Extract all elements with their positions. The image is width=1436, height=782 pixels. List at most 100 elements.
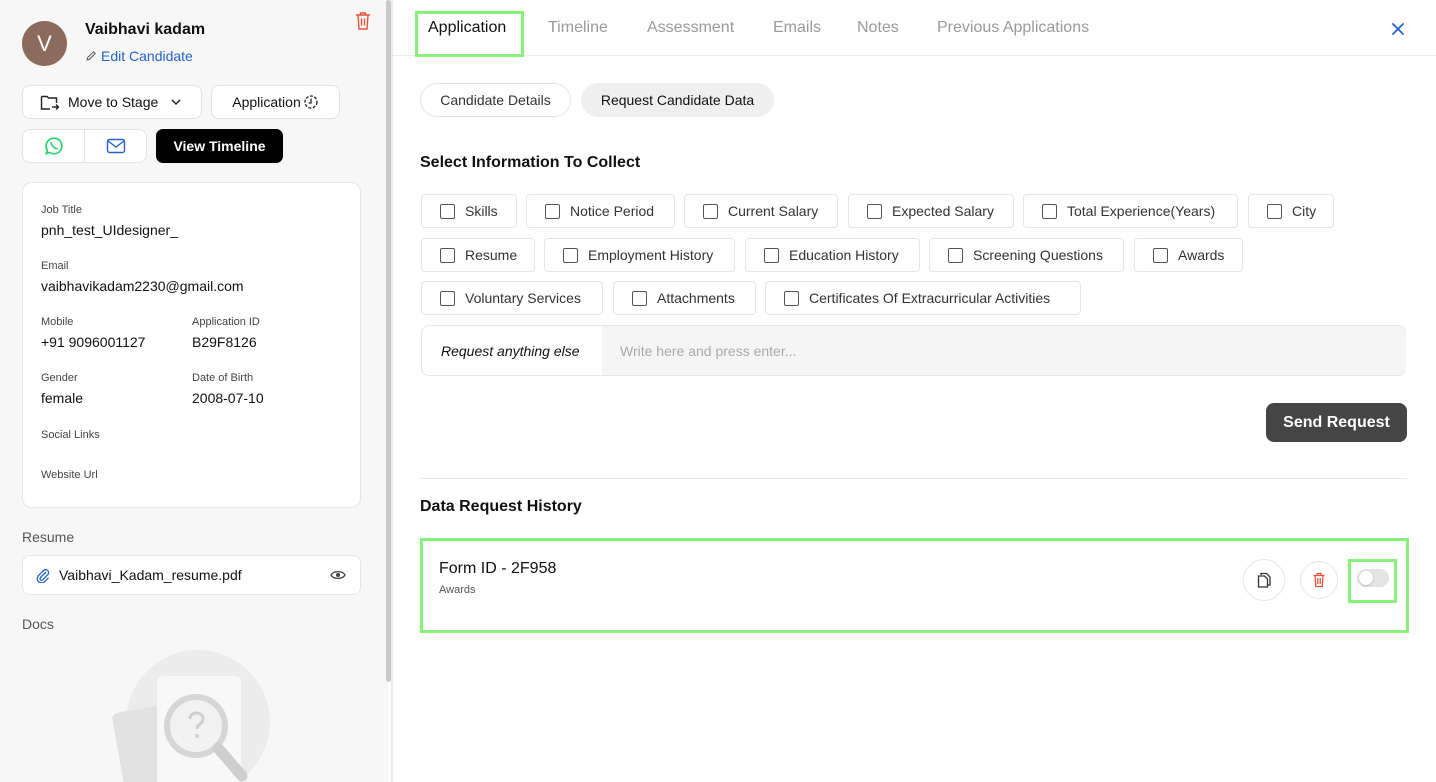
resume-file-name: Vaibhavi_Kadam_resume.pdf <box>59 567 242 583</box>
checkbox-resume[interactable]: Resume <box>421 238 535 272</box>
checkbox-label: Expected Salary <box>892 203 994 219</box>
copy-form-button[interactable] <box>1243 559 1285 601</box>
candidate-name: Vaibhavi kadam <box>85 21 206 38</box>
close-icon[interactable] <box>1390 21 1406 37</box>
email-value: vaibhavikadam2230@gmail.com <box>41 278 244 294</box>
subtab-request-candidate-data[interactable]: Request Candidate Data <box>581 83 774 117</box>
tab-emails[interactable]: Emails <box>773 19 821 37</box>
trash-icon <box>1313 572 1325 588</box>
folder-move-icon <box>40 95 60 110</box>
application-id-value: B29F8126 <box>192 334 257 350</box>
checkbox-education-history[interactable]: Education History <box>745 238 920 272</box>
request-anything-else-input[interactable] <box>602 326 1406 375</box>
tab-notes[interactable]: Notes <box>857 19 899 37</box>
checkbox-skills[interactable]: Skills <box>421 194 517 228</box>
job-title-value: pnh_test_UIdesigner_ <box>41 222 178 238</box>
email-label: Email <box>41 260 69 272</box>
checkbox-certificates-extracurricular[interactable]: Certificates Of Extracurricular Activiti… <box>765 281 1081 315</box>
active-tab-highlight <box>415 11 524 57</box>
checkbox-box <box>440 247 455 263</box>
whatsapp-icon <box>44 137 63 155</box>
checkbox-label: Resume <box>465 247 518 263</box>
checkbox-box <box>784 290 799 306</box>
checkbox-box <box>440 290 455 306</box>
subtab-candidate-details[interactable]: Candidate Details <box>420 83 571 117</box>
email-button[interactable] <box>84 130 146 162</box>
copy-icon <box>1257 572 1271 588</box>
application-button[interactable]: Application <box>211 85 340 119</box>
checkbox-voluntary-services[interactable]: Voluntary Services <box>421 281 603 315</box>
send-request-button[interactable]: Send Request <box>1266 403 1407 442</box>
move-to-stage-label: Move to Stage <box>68 94 159 110</box>
checkbox-attachments[interactable]: Attachments <box>613 281 756 315</box>
checkbox-awards[interactable]: Awards <box>1134 238 1243 272</box>
checkbox-screening-questions[interactable]: Screening Questions <box>929 238 1124 272</box>
checkbox-label: Screening Questions <box>973 247 1103 263</box>
checkbox-employment-history[interactable]: Employment History <box>544 238 735 272</box>
checkbox-label: Employment History <box>588 247 714 263</box>
chevron-down-icon <box>171 99 181 106</box>
checkbox-box <box>703 203 718 219</box>
form-id: Form ID - 2F958 <box>439 560 557 577</box>
request-anything-else-label: Request anything else <box>441 343 580 359</box>
checkbox-notice-period[interactable]: Notice Period <box>526 194 675 228</box>
pencil-icon <box>86 51 96 61</box>
application-id-label: Application ID <box>192 316 260 328</box>
history-heading: Data Request History <box>420 498 582 515</box>
checkbox-label: Current Salary <box>728 203 819 219</box>
view-timeline-button[interactable]: View Timeline <box>156 129 283 163</box>
checkbox-label: Skills <box>465 203 498 219</box>
checkbox-label: Education History <box>789 247 899 263</box>
move-to-stage-button[interactable]: Move to Stage <box>22 85 202 119</box>
checkbox-box <box>764 247 779 263</box>
checkbox-box <box>1153 247 1168 263</box>
tab-assessment[interactable]: Assessment <box>647 19 734 37</box>
resume-section-label: Resume <box>22 529 75 545</box>
checkbox-total-experience[interactable]: Total Experience(Years) <box>1023 194 1238 228</box>
gender-label: Gender <box>41 372 78 384</box>
checkbox-label: Awards <box>1178 247 1225 263</box>
docs-section-label: Docs <box>22 616 54 632</box>
checkbox-label: Certificates Of Extracurricular Activiti… <box>809 290 1051 306</box>
checkbox-box <box>545 203 560 219</box>
eye-icon[interactable] <box>330 569 346 581</box>
request-anything-else-row: Request anything else <box>421 325 1406 376</box>
checkbox-box <box>563 247 578 263</box>
checkbox-box <box>948 247 963 263</box>
website-url-label: Website Url <box>41 469 98 481</box>
resume-file-row[interactable]: Vaibhavi_Kadam_resume.pdf <box>22 555 361 595</box>
job-title-label: Job Title <box>41 204 82 216</box>
paperclip-icon <box>36 569 50 583</box>
checkbox-label: Voluntary Services <box>465 290 581 306</box>
candidate-info-card: Job Title pnh_test_UIdesigner_ Email vai… <box>22 182 361 508</box>
delete-form-button[interactable] <box>1300 561 1338 599</box>
history-icon <box>304 95 318 109</box>
tab-timeline[interactable]: Timeline <box>548 19 608 37</box>
panel-divider <box>391 0 393 782</box>
section-divider <box>420 478 1407 479</box>
delete-candidate-icon[interactable] <box>354 11 372 31</box>
checkbox-box <box>1267 203 1282 219</box>
mail-icon <box>106 138 125 154</box>
empty-docs-illustration <box>112 650 270 782</box>
mobile-value: +91 9096001127 <box>41 334 146 350</box>
checkbox-label: Notice Period <box>570 203 655 219</box>
candidate-sidebar: V Vaibhavi kadam Edit Candidate Move to … <box>0 0 388 782</box>
checkbox-box <box>1042 203 1057 219</box>
form-fields: Awards <box>439 584 476 596</box>
edit-candidate-link[interactable]: Edit Candidate <box>85 48 193 64</box>
tab-previous-applications[interactable]: Previous Applications <box>937 19 1089 37</box>
checkbox-box <box>632 290 647 306</box>
whatsapp-button[interactable] <box>23 130 84 162</box>
form-enabled-toggle[interactable] <box>1357 569 1389 587</box>
checkbox-box <box>440 203 455 219</box>
gender-value: female <box>41 390 84 406</box>
collect-heading: Select Information To Collect <box>420 154 641 171</box>
checkbox-current-salary[interactable]: Current Salary <box>684 194 838 228</box>
checkbox-label: City <box>1292 203 1317 219</box>
checkbox-expected-salary[interactable]: Expected Salary <box>848 194 1014 228</box>
checkbox-city[interactable]: City <box>1248 194 1334 228</box>
application-label: Application <box>232 94 301 110</box>
dob-label: Date of Birth <box>192 372 254 384</box>
mobile-label: Mobile <box>41 316 74 328</box>
